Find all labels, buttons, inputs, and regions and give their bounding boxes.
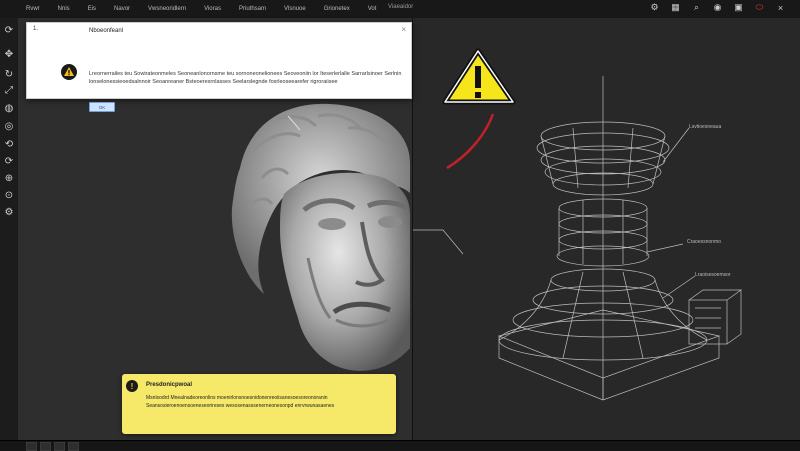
main-menu: Rvwr Nnis Eis Navor Vwsneoridlern Vioras…: [26, 0, 376, 18]
menu-bar: Rvwr Nnis Eis Navor Vwsneoridlern Vioras…: [0, 0, 800, 19]
layout-icon[interactable]: ▣: [733, 2, 744, 13]
window-title: Viaeaidor: [388, 4, 414, 10]
alert-icon: [61, 64, 77, 80]
menu-item-5[interactable]: Vioras: [204, 6, 221, 12]
callout-top: Lsvtioesneaua: [689, 124, 722, 130]
warning-badge-icon: !: [126, 380, 138, 392]
globe-icon[interactable]: ◍: [3, 102, 15, 114]
menu-item-6[interactable]: Priuthsam: [239, 6, 266, 12]
menu-item-9[interactable]: Vot: [368, 6, 377, 12]
dialog-message: Lreornerrailes teu Sowirateonmeles Seone…: [89, 71, 402, 85]
dialog-title: Nboeonfeanl: [89, 28, 124, 34]
callout-mid: Craoessnonmo: [687, 239, 721, 245]
left-toolbar: ⟳ ✥ ↻ ⤢ ◍ ◎ ⟲ ⟳ ⊕ ⊙ ⚙: [0, 18, 19, 440]
status-bar: [0, 440, 800, 451]
gear-icon[interactable]: ⚙: [3, 206, 15, 218]
search-icon[interactable]: ⌕: [691, 2, 702, 13]
warning-panel-text: Msnlsodrd Mnealnadeoreonlins moenirlonsn…: [146, 395, 335, 409]
menu-item-0[interactable]: Rvwr: [26, 6, 40, 12]
window-controls: ⚙ ▦ ⌕ ◉ ▣ ⬭ ×: [649, 2, 786, 13]
warning-panel: ! Presdonicpwoal Msnlsodrd Mnealnadeoreo…: [122, 374, 396, 434]
menu-item-4[interactable]: Vwsneoridlern: [148, 6, 186, 12]
record-icon[interactable]: ⬭: [754, 2, 765, 13]
menu-item-7[interactable]: Vlsnuoe: [284, 6, 306, 12]
menu-item-1[interactable]: Nnis: [58, 6, 70, 12]
rotate-icon[interactable]: ↻: [3, 68, 15, 80]
orbit-icon[interactable]: ◎: [3, 120, 15, 132]
dialog-close-button[interactable]: ×: [401, 25, 406, 34]
close-icon[interactable]: ×: [775, 2, 786, 13]
warning-panel-title: Presdonicpwoal: [146, 382, 193, 388]
menu-item-8[interactable]: Grionetex: [324, 6, 350, 12]
callout-low: Lraoisesoemsor: [695, 272, 731, 278]
zoom-icon[interactable]: ⊙: [3, 189, 15, 201]
cycle-icon[interactable]: ⟳: [3, 155, 15, 167]
right-viewport[interactable]: Lsvtioesneaua Craoessnonmo Lraoisesoemso…: [413, 18, 800, 440]
dialog-ok-button[interactable]: OK: [89, 102, 115, 112]
wireframe-render: [413, 48, 743, 401]
scale-icon[interactable]: ⤢: [3, 84, 15, 96]
warning-icon: [442, 48, 516, 105]
grid-icon[interactable]: ▦: [670, 2, 681, 13]
move-icon[interactable]: ✥: [3, 48, 15, 60]
sync-icon[interactable]: ⟲: [3, 138, 15, 150]
menu-item-2[interactable]: Eis: [88, 6, 96, 12]
account-icon[interactable]: ◉: [712, 2, 723, 13]
menu-item-3[interactable]: Navor: [114, 6, 130, 12]
target-icon[interactable]: ⊕: [3, 172, 15, 184]
refresh-icon[interactable]: ⟳: [3, 24, 15, 36]
settings-icon[interactable]: ⚙: [649, 2, 660, 13]
warning-dialog: 1. Nboeonfeanl × Lreornerrailes teu Sowi…: [26, 22, 412, 112]
dialog-index: 1.: [33, 26, 39, 32]
